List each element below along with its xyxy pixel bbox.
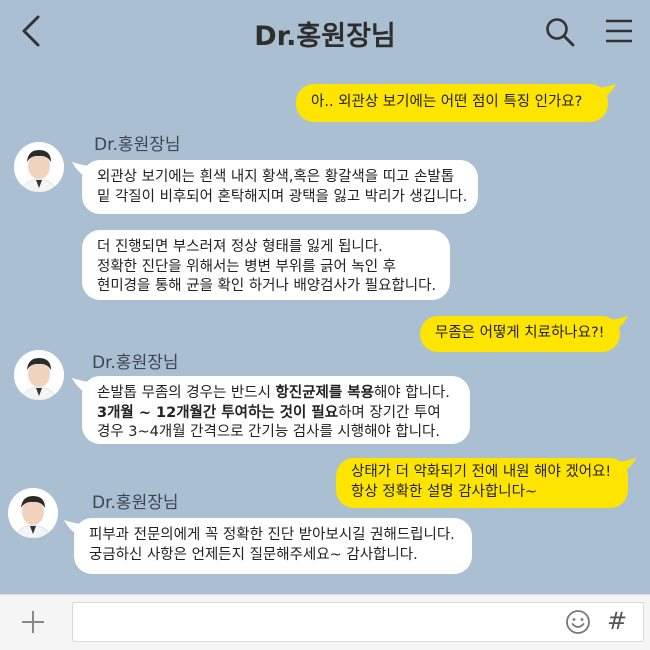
message-line: 항상 정확한 설명 감사합니다~: [351, 483, 538, 500]
doctor-avatar[interactable]: [14, 350, 64, 400]
input-bar: #: [0, 594, 650, 650]
doctor-avatar-icon: [14, 142, 64, 192]
message-line: 궁금하신 사항은 언제든지 질문해주세요~ 감사합니다.: [89, 546, 418, 563]
message-line: 경우 3~4개월 간격으로 간기능 검사를 시행해야 합니다.: [97, 424, 441, 440]
doctor-message-bubble: 외관상 보기에는 흰색 내지 황색,혹은 황갈색을 띠고 손발톱 밑 각질이 비…: [82, 160, 478, 214]
my-message-bubble: 무좀은 어떻게 치료하나요?!: [420, 316, 620, 352]
message-input[interactable]: #: [72, 602, 644, 642]
bubble-tail: [72, 162, 88, 176]
my-message-bubble: 상태가 더 악화되기 전에 내원 해야 겠어요! 항상 정확한 설명 감사합니다…: [336, 458, 628, 508]
message-emphasis: 항진균제를 복용: [275, 385, 374, 401]
message-line: 손발톱 무좀의 경우는 반드시 항진균제를 복용해야 합니다.: [97, 384, 455, 404]
my-message-bubble: 아.. 외관상 보기에는 어떤 점이 특징 인가요?: [296, 84, 608, 122]
hashtag-icon[interactable]: #: [607, 607, 627, 635]
bubble-tail: [600, 84, 616, 98]
message-line: 더 진행되면 부스러져 정상 형태를 잃게 됩니다.: [97, 239, 383, 255]
emoji-icon[interactable]: [565, 609, 591, 635]
sender-name: Dr.홍원장님: [92, 353, 179, 373]
menu-icon[interactable]: [604, 18, 634, 44]
sender-name: Dr.홍원장님: [94, 135, 181, 155]
search-icon[interactable]: [544, 16, 576, 48]
plus-icon[interactable]: [20, 609, 46, 635]
doctor-avatar[interactable]: [14, 142, 64, 192]
message-line: 현미경을 통해 균을 확인 하거나 배양검사가 필요합니다.: [97, 278, 437, 294]
message-line: 피부과 전문의에게 꼭 정확한 진단 받아보시길 권해드립니다.: [89, 527, 455, 543]
message-text: 하며 장기간 투여: [338, 404, 441, 421]
message-line: 3개월 ~ 12개월간 투여하는 것이 필요하며 장기간 투여: [97, 404, 455, 424]
doctor-avatar-icon: [14, 350, 64, 400]
message-text: 무좀은 어떻게 치료하나요?!: [435, 325, 605, 341]
doctor-message-bubble: 피부과 전문의에게 꼭 정확한 진단 받아보시길 권해드립니다. 궁금하신 사항…: [74, 518, 472, 574]
bubble-tail: [620, 458, 636, 472]
message-line: 밑 각질이 비후되어 혼탁해지며 광택을 잃고 박리가 생깁니다.: [97, 188, 468, 205]
bubble-tail: [64, 520, 80, 534]
message-line: 외관상 보기에는 흰색 내지 황색,혹은 황갈색을 띠고 손발톱: [97, 169, 455, 185]
bubble-tail: [612, 316, 628, 330]
top-bar: Dr.홍원장님: [0, 0, 650, 62]
message-text: 아.. 외관상 보기에는 어떤 점이 특징 인가요?: [311, 94, 583, 110]
doctor-message-bubble: 더 진행되면 부스러져 정상 형태를 잃게 됩니다. 정확한 진단을 위해서는 …: [82, 230, 450, 300]
doctor-message-bubble: 손발톱 무좀의 경우는 반드시 항진균제를 복용해야 합니다. 3개월 ~ 12…: [82, 376, 470, 444]
bubble-tail: [72, 378, 88, 392]
message-emphasis: 3개월 ~ 12개월간 투여하는 것이 필요: [97, 404, 339, 421]
message-text: 해야 합니다.: [373, 385, 450, 401]
doctor-avatar-icon: [8, 488, 58, 538]
sender-name: Dr.홍원장님: [92, 493, 179, 513]
message-line: 상태가 더 악화되기 전에 내원 해야 겠어요!: [351, 464, 612, 480]
message-text: 손발톱 무좀의 경우는 반드시: [97, 385, 276, 401]
message-line: 정확한 진단을 위해서는 병변 부위를 긁어 녹인 후: [97, 258, 397, 275]
doctor-avatar[interactable]: [8, 488, 58, 538]
